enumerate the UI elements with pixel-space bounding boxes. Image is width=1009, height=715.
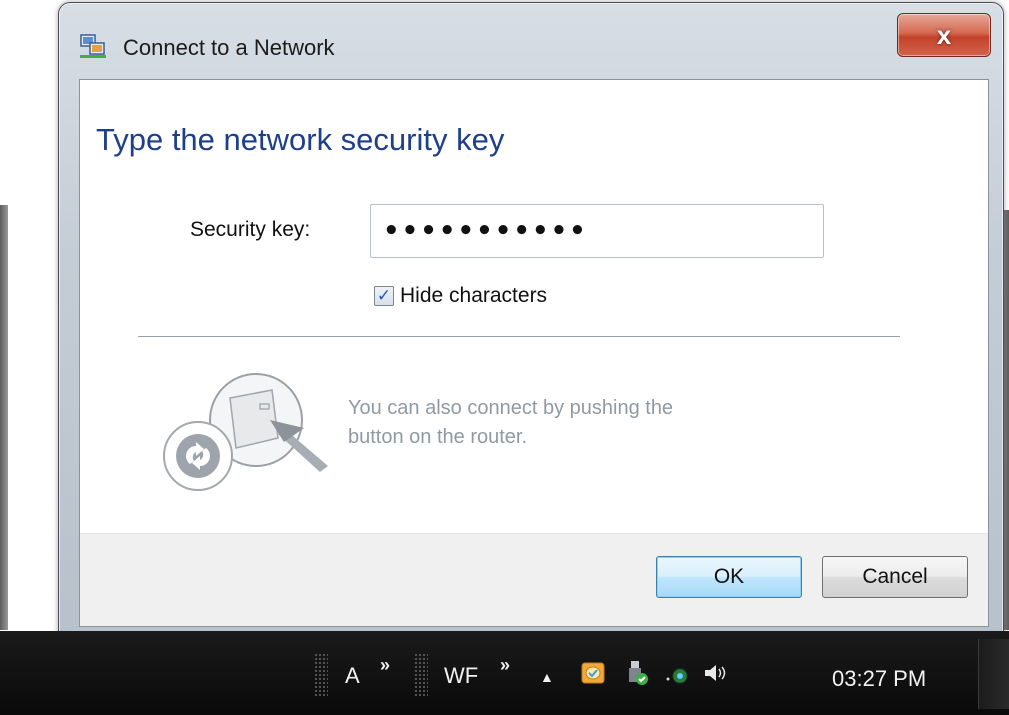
usb-safely-remove-icon[interactable]	[624, 659, 650, 687]
hide-characters-label: Hide characters	[400, 284, 548, 307]
title-bar[interactable]: Connect to a Network x	[59, 3, 1003, 77]
toolbar-grip[interactable]	[414, 653, 428, 697]
hide-characters-checkbox[interactable]: ✓	[374, 286, 394, 306]
hide-characters-option[interactable]: ✓ Hide characters	[374, 284, 547, 308]
security-key-input[interactable]: •••••••••••	[370, 204, 824, 258]
connect-dialog-window: Connect to a Network x Type the network …	[58, 2, 1004, 644]
network-icon[interactable]	[664, 659, 690, 687]
push-button-hint: You can also connect by pushing the butt…	[348, 394, 808, 452]
window-title: Connect to a Network	[123, 35, 335, 60]
dialog-content: Type the network security key Security k…	[79, 79, 989, 627]
dialog-heading: Type the network security key	[96, 122, 505, 157]
toolbar-a-chevron-icon[interactable]: »	[380, 655, 390, 676]
push-button-hint-line2: button on the router.	[348, 426, 528, 448]
toolbar-wf-chevron-icon[interactable]: »	[500, 655, 510, 676]
cancel-button[interactable]: Cancel	[822, 556, 968, 598]
background-window-left	[0, 205, 8, 630]
security-key-label: Security key:	[190, 218, 311, 241]
ok-button[interactable]: OK	[656, 556, 802, 598]
toolbar-grip[interactable]	[314, 653, 328, 697]
divider	[138, 336, 900, 337]
router-push-button-icon	[152, 368, 352, 498]
toolbar-wf-label[interactable]: WF	[444, 663, 478, 689]
tray-expand-icon[interactable]: ▲	[540, 669, 554, 685]
taskbar: A » WF » ▲ 03:27 PM	[0, 631, 1009, 715]
push-button-hint-line1: You can also connect by pushing the	[348, 397, 674, 419]
toolbar-a-label[interactable]: A	[345, 663, 360, 689]
button-bar: OK Cancel	[80, 533, 988, 626]
network-connection-icon	[79, 33, 107, 59]
taskbar-clock[interactable]: 03:27 PM	[832, 666, 926, 692]
show-desktop-button[interactable]	[978, 639, 1009, 709]
close-icon: x	[936, 19, 952, 50]
outlook-icon[interactable]	[580, 659, 606, 687]
volume-icon[interactable]	[702, 659, 728, 687]
close-button[interactable]: x	[897, 13, 991, 57]
